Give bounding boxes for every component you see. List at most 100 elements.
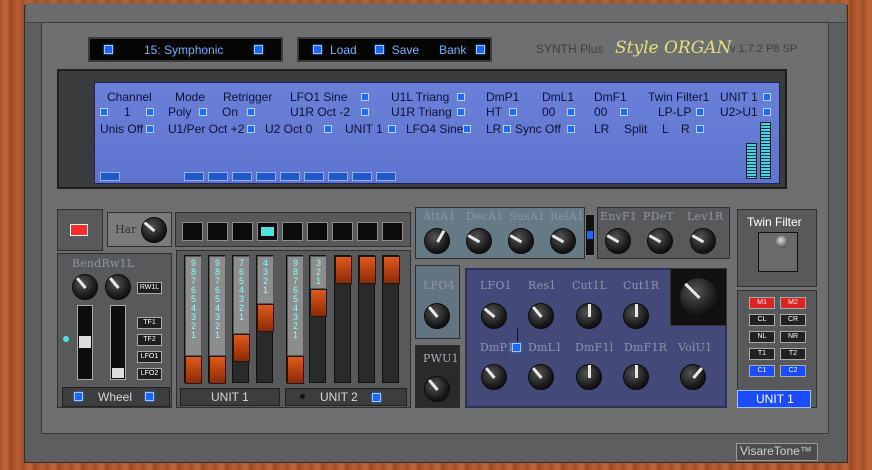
- save-button[interactable]: Save: [392, 43, 419, 57]
- lcd-led[interactable]: [620, 108, 628, 116]
- drawbar-cap[interactable]: [383, 256, 400, 284]
- drawbar[interactable]: 9 8 7 6 5 4 3 2 1: [184, 255, 202, 384]
- filter-dml1-knob[interactable]: [528, 364, 554, 390]
- mode-button-t2[interactable]: T2: [780, 348, 806, 360]
- lcd-led[interactable]: [361, 93, 369, 101]
- drawbar-pad[interactable]: [282, 222, 303, 241]
- envf-knob[interactable]: [605, 228, 631, 254]
- mode-button-m1[interactable]: M1: [749, 297, 775, 309]
- drawbar[interactable]: 4 3 2 1: [256, 255, 274, 383]
- wheel-led-left[interactable]: [74, 392, 83, 401]
- lev-knob[interactable]: [690, 228, 716, 254]
- preset-next-button[interactable]: [254, 45, 263, 54]
- drawbar-pad[interactable]: [332, 222, 353, 241]
- drawbar[interactable]: [334, 255, 352, 383]
- lcd-led[interactable]: [567, 108, 575, 116]
- drawbar-pad-active[interactable]: [257, 222, 278, 241]
- dmp1-led[interactable]: [512, 343, 521, 352]
- mode-button-m2[interactable]: M2: [780, 297, 806, 309]
- drawbar-pad[interactable]: [357, 222, 378, 241]
- bank-button[interactable]: Bank: [439, 43, 466, 57]
- unit2-led[interactable]: [372, 393, 381, 402]
- lcd-led[interactable]: [146, 125, 154, 133]
- lfo1-button[interactable]: LFO1: [137, 351, 162, 363]
- mode-button-c1[interactable]: C1: [749, 365, 775, 377]
- drawbar-pad[interactable]: [182, 222, 203, 241]
- lcd-led[interactable]: [100, 108, 108, 116]
- wheel-led-right[interactable]: [145, 392, 154, 401]
- lcd-led[interactable]: [509, 108, 517, 116]
- lcd-led[interactable]: [247, 125, 255, 133]
- lcd-led[interactable]: [696, 125, 704, 133]
- drawbar[interactable]: 9 8 7 6 5 4 3 2 1: [286, 255, 304, 384]
- lcd-led[interactable]: [457, 108, 465, 116]
- lcd-led[interactable]: [146, 108, 154, 116]
- drawbar-cap[interactable]: [310, 289, 327, 317]
- lcd-led[interactable]: [463, 125, 471, 133]
- bend-knob-1[interactable]: [72, 274, 98, 300]
- lcd-led[interactable]: [457, 93, 465, 101]
- filter-volu1-knob[interactable]: [680, 364, 706, 390]
- drawbar[interactable]: 3 2 1: [309, 255, 327, 383]
- lcd-led[interactable]: [324, 125, 332, 133]
- lfo4-knob[interactable]: [424, 303, 450, 329]
- lcd-led[interactable]: [388, 125, 396, 133]
- pwu1-knob[interactable]: [424, 376, 450, 402]
- mode-button-t1[interactable]: T1: [749, 348, 775, 360]
- drawbar-pad[interactable]: [207, 222, 228, 241]
- filter-lfo1-knob[interactable]: [481, 303, 507, 329]
- drawbar[interactable]: [382, 255, 400, 383]
- attack-knob[interactable]: [424, 228, 450, 254]
- lcd-led[interactable]: [567, 125, 575, 133]
- mode-button-nr[interactable]: NR: [780, 331, 806, 343]
- lcd-led[interactable]: [361, 108, 369, 116]
- drawbar[interactable]: 7 6 5 4 3 2 1: [232, 255, 250, 383]
- save-led[interactable]: [374, 45, 384, 54]
- mode-button-nl[interactable]: NL: [749, 331, 775, 343]
- drawbar-cap[interactable]: [335, 256, 352, 284]
- lfo2-button[interactable]: LFO2: [137, 368, 162, 380]
- pitch-wheel[interactable]: [77, 305, 93, 380]
- drawbar-pad[interactable]: [232, 222, 253, 241]
- lcd-led[interactable]: [503, 125, 511, 133]
- decay-knob[interactable]: [466, 228, 492, 254]
- bank-led[interactable]: [476, 45, 486, 54]
- mode-button-c2[interactable]: C2: [780, 365, 806, 377]
- drawbar[interactable]: 9 8 7 6 5 4 3 2 1: [208, 255, 226, 384]
- lcd-led[interactable]: [763, 93, 771, 101]
- bend-knob-2[interactable]: [105, 274, 131, 300]
- drawbar-cap[interactable]: [209, 356, 226, 384]
- drawbar-pad[interactable]: [382, 222, 403, 241]
- drawbar[interactable]: [358, 255, 376, 383]
- drawbar-cap[interactable]: [185, 356, 202, 384]
- pdet-knob[interactable]: [647, 228, 673, 254]
- env-switch[interactable]: [585, 214, 595, 256]
- load-led[interactable]: [313, 45, 322, 54]
- filter-dmf1r-knob[interactable]: [623, 364, 649, 390]
- load-button[interactable]: Load: [330, 43, 357, 57]
- filter-cut1l-knob[interactable]: [576, 303, 602, 329]
- mode-button-cl[interactable]: CL: [749, 314, 775, 326]
- har-knob[interactable]: [141, 217, 167, 243]
- drawbar-pad[interactable]: [307, 222, 328, 241]
- tf1-button[interactable]: TF1: [137, 317, 162, 329]
- twin-filter-puck[interactable]: [776, 236, 788, 248]
- filter-dmf1l-knob[interactable]: [576, 364, 602, 390]
- filter-dmp1-knob[interactable]: [481, 364, 507, 390]
- filter-res1-knob[interactable]: [528, 303, 554, 329]
- drawbar-cap[interactable]: [257, 304, 274, 332]
- preset-prev-button[interactable]: [104, 45, 113, 54]
- filter-cut1r-knob[interactable]: [623, 303, 649, 329]
- tf2-button[interactable]: TF2: [137, 334, 162, 346]
- release-knob[interactable]: [550, 228, 576, 254]
- preset-bar[interactable]: 15: Symphonic: [88, 37, 283, 62]
- mod-wheel[interactable]: [110, 305, 126, 380]
- mode-button-cr[interactable]: CR: [780, 314, 806, 326]
- lcd-led[interactable]: [199, 108, 207, 116]
- lcd-led[interactable]: [763, 108, 771, 116]
- lcd-led[interactable]: [247, 108, 255, 116]
- drawbar-cap[interactable]: [359, 256, 376, 284]
- sustain-knob[interactable]: [508, 228, 534, 254]
- power-button[interactable]: [70, 224, 88, 236]
- drawbar-cap[interactable]: [287, 356, 304, 384]
